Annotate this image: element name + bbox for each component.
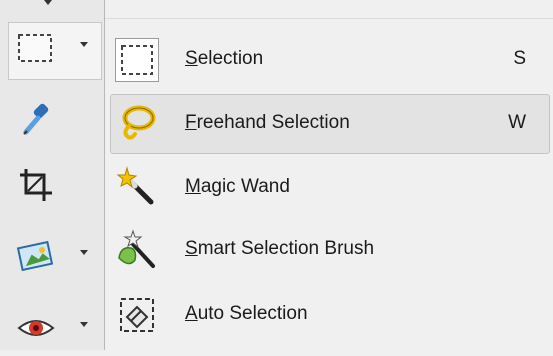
- red-eye-tool-button[interactable]: [0, 298, 104, 356]
- menu-top-edge: [105, 0, 553, 19]
- chevron-down-icon[interactable]: [44, 0, 52, 5]
- eye-icon: [16, 308, 56, 348]
- menu-item-label: Magic Wand: [185, 176, 290, 197]
- image-tool-button[interactable]: [0, 226, 104, 284]
- menu-item-auto-selection[interactable]: Auto Selection: [105, 283, 553, 345]
- chevron-down-icon[interactable]: [80, 322, 88, 327]
- crop-icon: [16, 165, 56, 205]
- selection-rect-icon: [115, 38, 159, 82]
- menu-item-freehand-selection[interactable]: Freehand Selection W: [105, 92, 553, 154]
- menu-item-label: Auto Selection: [185, 303, 308, 324]
- menu-item-magic-wand[interactable]: Magic Wand: [105, 156, 553, 218]
- magic-wand-icon: [115, 166, 159, 210]
- selection-tools-menu: Selection S Freehand Selection W Magic W…: [104, 0, 553, 350]
- picture-icon: [16, 236, 56, 276]
- selection-tool-button[interactable]: [0, 18, 104, 80]
- lasso-icon: [115, 102, 159, 146]
- menu-item-label: Smart Selection Brush: [185, 238, 375, 259]
- chevron-down-icon[interactable]: [80, 250, 88, 255]
- chevron-down-icon[interactable]: [80, 42, 88, 47]
- menu-item-smart-selection-brush[interactable]: Smart Selection Brush: [105, 218, 553, 280]
- shortcut-key: W: [508, 112, 526, 133]
- crop-tool-button[interactable]: [0, 155, 104, 213]
- eyedropper-icon: [16, 100, 56, 140]
- toolbar-top-edge: [0, 0, 104, 14]
- smart-brush-icon: [115, 228, 159, 272]
- shortcut-key: S: [513, 48, 526, 69]
- menu-item-label: Freehand Selection: [185, 112, 350, 133]
- tool-palette: [0, 0, 104, 350]
- menu-item-selection[interactable]: Selection S: [105, 28, 553, 90]
- eyedropper-tool-button[interactable]: [0, 90, 104, 148]
- selection-rect-icon: [16, 28, 56, 68]
- auto-selection-icon: [115, 293, 159, 337]
- menu-item-label: Selection: [185, 48, 264, 69]
